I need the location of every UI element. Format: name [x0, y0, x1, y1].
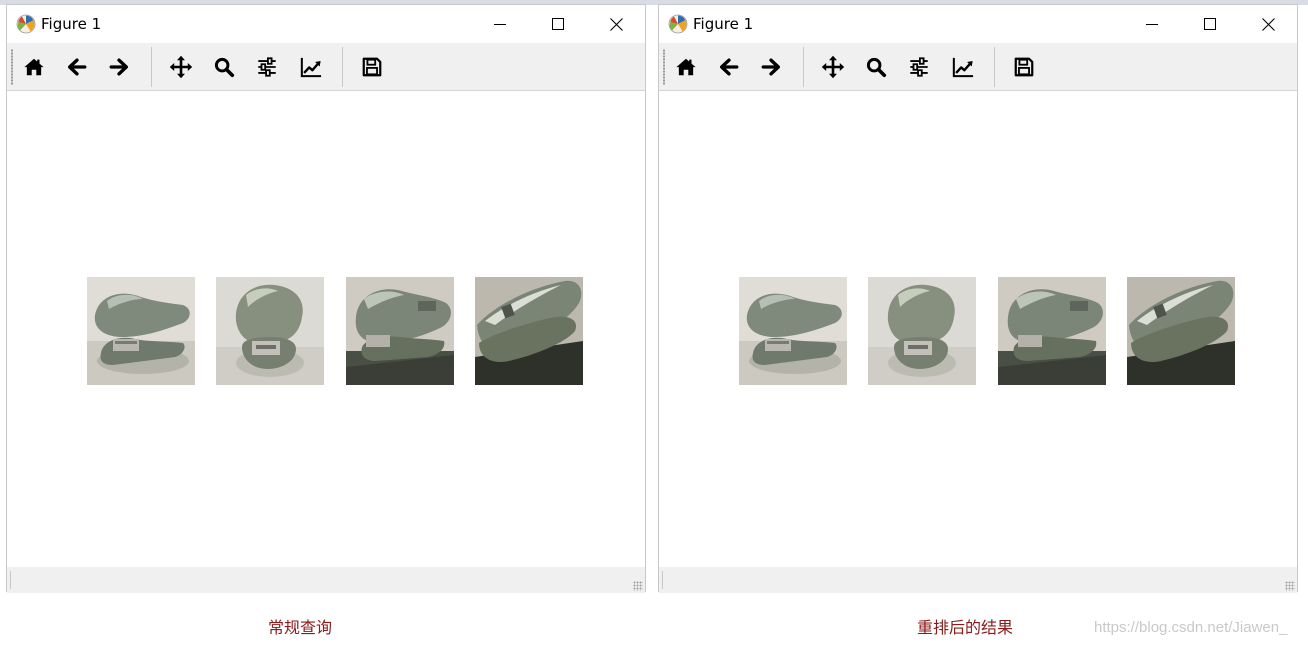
- figure-window-right[interactable]: Figure 1: [658, 4, 1298, 593]
- edit-axes-button[interactable]: [294, 50, 328, 84]
- zoom-button[interactable]: [207, 50, 241, 84]
- stapler-image-2: [216, 277, 324, 385]
- toolbar-grip[interactable]: [11, 49, 13, 85]
- line-chart-icon: [299, 56, 323, 78]
- status-separator: [662, 571, 663, 589]
- subplots-button[interactable]: [902, 50, 936, 84]
- stapler-image-2: [868, 277, 976, 385]
- resize-grip[interactable]: [633, 581, 643, 591]
- maximize-icon: [552, 18, 564, 30]
- figure-canvas[interactable]: [659, 91, 1297, 567]
- maximize-button[interactable]: [529, 5, 587, 43]
- arrow-right-icon: [760, 56, 782, 78]
- toolbar-separator: [994, 47, 995, 87]
- stapler-image-3: [998, 277, 1106, 385]
- toolbar-separator: [151, 47, 152, 87]
- stapler-image-4: [475, 277, 583, 385]
- magnifier-icon: [865, 56, 887, 78]
- floppy-disk-icon: [361, 56, 383, 78]
- status-bar: [659, 567, 1297, 593]
- line-chart-icon: [951, 56, 975, 78]
- minimize-icon: [1146, 24, 1158, 25]
- maximize-icon: [1204, 18, 1216, 30]
- close-button[interactable]: [1239, 5, 1297, 43]
- move-arrows-icon: [821, 55, 845, 79]
- home-icon: [23, 56, 45, 78]
- edit-axes-button[interactable]: [946, 50, 980, 84]
- figure-canvas[interactable]: [7, 91, 645, 567]
- close-icon: [1261, 17, 1275, 31]
- matplotlib-app-icon: [668, 14, 688, 34]
- home-button[interactable]: [669, 50, 703, 84]
- forward-button[interactable]: [754, 50, 788, 84]
- minimize-button[interactable]: [1123, 5, 1181, 43]
- pan-button[interactable]: [816, 50, 850, 84]
- magnifier-icon: [213, 56, 235, 78]
- back-button[interactable]: [712, 50, 746, 84]
- watermark-url: https://blog.csdn.net/Jiawen_: [1094, 619, 1288, 636]
- forward-button[interactable]: [102, 50, 136, 84]
- caption-reranked-results: 重排后的结果: [917, 618, 1014, 637]
- close-icon: [609, 17, 623, 31]
- figure-window-left[interactable]: Figure 1: [6, 4, 646, 593]
- stapler-image-4: [1127, 277, 1235, 385]
- arrow-left-icon: [718, 56, 740, 78]
- arrow-right-icon: [108, 56, 130, 78]
- stapler-image-3: [346, 277, 454, 385]
- matplotlib-app-icon: [16, 14, 36, 34]
- save-button[interactable]: [1007, 50, 1041, 84]
- toolbar-separator: [803, 47, 804, 87]
- floppy-disk-icon: [1013, 56, 1035, 78]
- zoom-button[interactable]: [859, 50, 893, 84]
- close-button[interactable]: [587, 5, 645, 43]
- window-title: Figure 1: [693, 15, 754, 33]
- sliders-icon: [908, 56, 930, 78]
- caption-regular-query: 常规查询: [268, 618, 333, 637]
- stapler-image-1: [87, 277, 195, 385]
- navigation-toolbar: [659, 43, 1297, 91]
- maximize-button[interactable]: [1181, 5, 1239, 43]
- move-arrows-icon: [169, 55, 193, 79]
- toolbar-grip[interactable]: [663, 49, 665, 85]
- toolbar-separator: [342, 47, 343, 87]
- resize-grip[interactable]: [1285, 581, 1295, 591]
- home-icon: [675, 56, 697, 78]
- pan-button[interactable]: [164, 50, 198, 84]
- home-button[interactable]: [17, 50, 51, 84]
- status-separator: [10, 571, 11, 589]
- title-bar[interactable]: Figure 1: [7, 5, 645, 43]
- sliders-icon: [256, 56, 278, 78]
- stapler-image-1: [739, 277, 847, 385]
- subplots-button[interactable]: [250, 50, 284, 84]
- arrow-left-icon: [66, 56, 88, 78]
- navigation-toolbar: [7, 43, 645, 91]
- title-bar[interactable]: Figure 1: [659, 5, 1297, 43]
- minimize-icon: [494, 24, 506, 25]
- back-button[interactable]: [60, 50, 94, 84]
- status-bar: [7, 567, 645, 593]
- minimize-button[interactable]: [471, 5, 529, 43]
- save-button[interactable]: [355, 50, 389, 84]
- window-title: Figure 1: [41, 15, 102, 33]
